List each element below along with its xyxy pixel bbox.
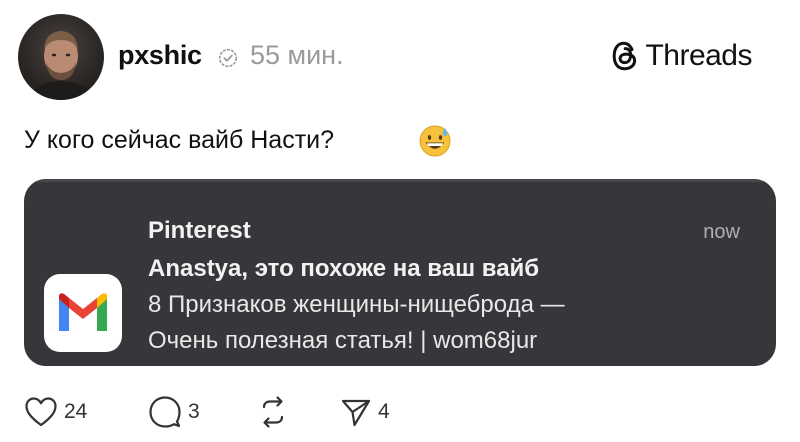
- post-text: У кого сейчас вайб Насти?: [24, 126, 335, 154]
- send-icon: [341, 399, 371, 427]
- threads-logo-icon: [613, 41, 637, 71]
- notification-body-line-2: Очень полезная статья! | wom68jur: [148, 327, 538, 354]
- share-count: 4: [378, 400, 390, 423]
- post-time: 55 мин.: [250, 40, 344, 70]
- comment-icon: [149, 396, 181, 428]
- notification-card[interactable]: Pinterest now Anastya, это похоже на ваш…: [24, 179, 776, 366]
- comment-button[interactable]: 3: [148, 392, 200, 432]
- threads-label: Threads: [645, 39, 752, 72]
- repost-icon: [262, 396, 284, 428]
- username[interactable]: pxshic: [118, 40, 202, 71]
- repost-button[interactable]: [256, 392, 290, 432]
- notification-edge: [24, 179, 776, 182]
- notification-title: Anastya, это похоже на ваш вайб: [148, 255, 540, 282]
- avatar[interactable]: [18, 14, 104, 100]
- notification-body-line-1: 8 Признаков женщины-нищеброда —: [148, 291, 565, 318]
- notification-time: now: [703, 221, 740, 243]
- verified-icon: [218, 48, 238, 68]
- threads-brand: Threads: [611, 38, 752, 74]
- gmail-icon: [44, 274, 122, 352]
- comment-count: 3: [188, 400, 200, 423]
- notification-app: Pinterest: [148, 217, 251, 244]
- notification-fade: [24, 352, 776, 366]
- grinning-sweat-emoji: [419, 125, 451, 157]
- share-button[interactable]: 4: [340, 392, 390, 432]
- heart-icon: [25, 397, 57, 427]
- like-count: 24: [64, 400, 88, 423]
- post-actions: 24 3 4: [0, 392, 800, 432]
- like-button[interactable]: 24: [24, 392, 87, 432]
